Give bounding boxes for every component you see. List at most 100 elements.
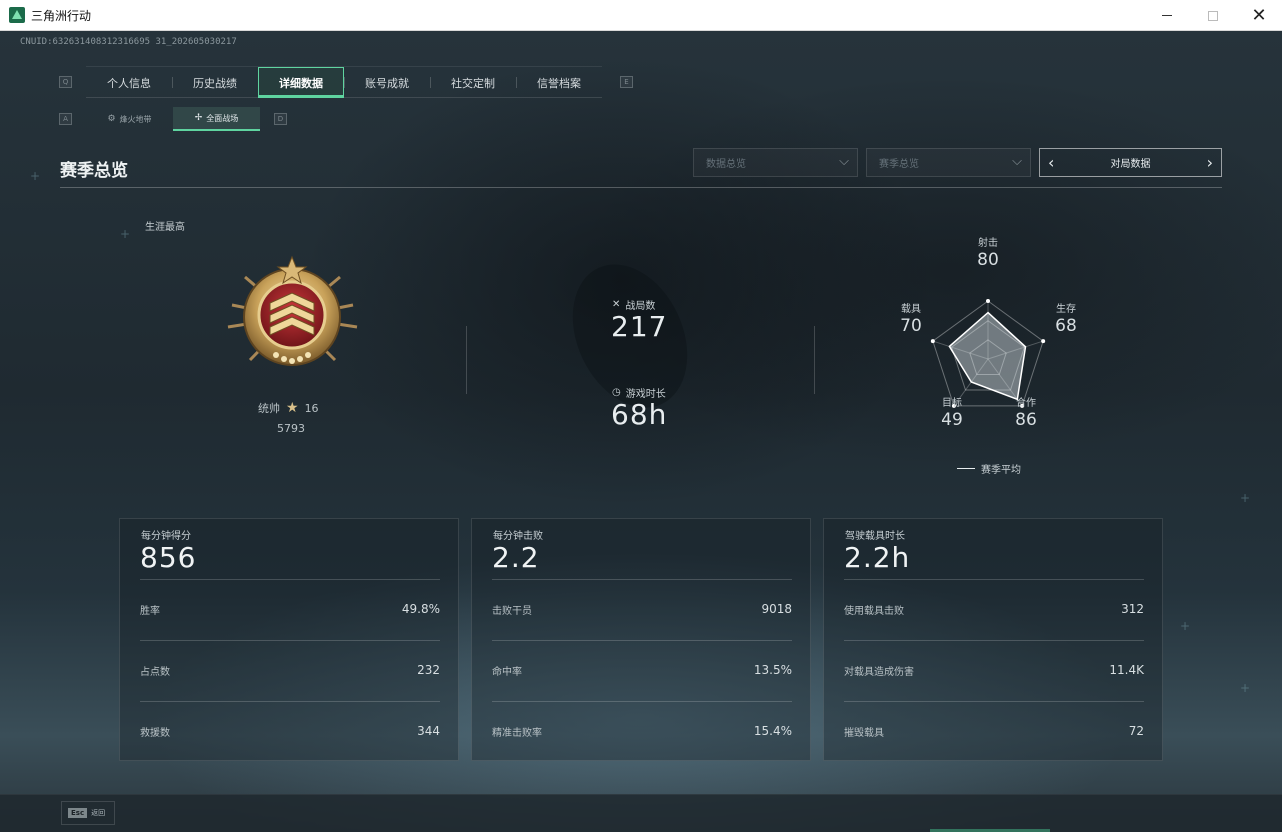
rank-info: 统帅 ★ 16 bbox=[258, 400, 319, 416]
radar-value-objective: 49 bbox=[941, 410, 963, 430]
legend-line-icon bbox=[957, 468, 975, 469]
rank-score: 5793 bbox=[277, 422, 305, 435]
row-label: 摧毁载具 bbox=[844, 727, 884, 739]
row-label: 对载具造成伤害 bbox=[844, 666, 914, 678]
row-label: 命中率 bbox=[492, 666, 522, 678]
row-label: 救援数 bbox=[140, 727, 170, 739]
card-row: 使用载具击败 312 bbox=[844, 601, 1144, 617]
radar-value-shooting: 80 bbox=[977, 250, 999, 270]
radar-value-survival: 68 bbox=[1055, 316, 1077, 336]
radar-value-cooperation: 86 bbox=[1015, 410, 1037, 430]
card-divider bbox=[492, 640, 792, 641]
radar-label-shooting: 射击 bbox=[978, 238, 998, 249]
decor-plus-icon: + bbox=[1240, 491, 1251, 505]
card-big-value: 856 bbox=[140, 541, 197, 574]
radar-label-objective: 目标 bbox=[942, 398, 962, 409]
column-divider bbox=[814, 326, 815, 394]
stat-card-kills: 每分钟击败 2.2 击败干员 9018 命中率 13.5% 精准击败率 15.4… bbox=[471, 518, 811, 761]
pager-label: 对局数据 bbox=[1110, 159, 1151, 170]
back-label: 返回 bbox=[91, 809, 106, 817]
row-value: 232 bbox=[417, 663, 440, 677]
row-value: 72 bbox=[1128, 724, 1144, 738]
card-title: 每分钟击败 bbox=[493, 531, 543, 542]
card-divider bbox=[492, 701, 792, 702]
rank-medal-icon bbox=[227, 255, 358, 366]
stat-card-score: 每分钟得分 856 胜率 49.8% 占点数 232 救援数 344 bbox=[119, 518, 459, 761]
maximize-icon bbox=[1208, 10, 1218, 21]
key-hint-e: E bbox=[620, 76, 633, 88]
game-view: ​ + + + + + CNUID:632631408312316695 31_… bbox=[0, 31, 1282, 832]
row-value: 312 bbox=[1121, 602, 1144, 616]
esc-key-hint: Esc bbox=[68, 808, 88, 818]
tab-credit-record[interactable]: 信誉档案 bbox=[516, 67, 602, 98]
key-hint-a: A bbox=[59, 113, 72, 125]
row-value: 49.8% bbox=[401, 602, 440, 616]
radar-legend: 赛季平均 bbox=[957, 461, 1021, 476]
key-hint-d: D bbox=[274, 113, 287, 125]
data-overview-dropdown[interactable]: 数据总览 ⌵ bbox=[693, 148, 858, 177]
tab-history[interactable]: 历史战绩 bbox=[172, 67, 258, 98]
radar-label-cooperation: 合作 bbox=[1016, 398, 1036, 409]
window-controls: ✕ bbox=[1144, 0, 1282, 31]
maximize-button[interactable] bbox=[1190, 0, 1236, 31]
card-row: 占点数 232 bbox=[140, 662, 440, 678]
row-label: 胜率 bbox=[140, 605, 160, 617]
card-divider bbox=[140, 579, 440, 580]
close-button[interactable]: ✕ bbox=[1236, 0, 1282, 31]
close-icon: ✕ bbox=[1251, 5, 1267, 26]
card-row: 命中率 13.5% bbox=[492, 662, 792, 678]
window-title: 三角洲行动 bbox=[31, 8, 92, 23]
radar-vertex-dot bbox=[930, 339, 935, 344]
subtab-label: 烽火地带 bbox=[119, 114, 152, 124]
chevron-right-icon[interactable]: › bbox=[1207, 154, 1213, 171]
dropdown-value: 赛季总览 bbox=[879, 159, 919, 170]
minimize-icon bbox=[1162, 15, 1172, 16]
minimize-button[interactable] bbox=[1144, 0, 1190, 31]
bottom-bar: Esc 返回 bbox=[0, 794, 1282, 832]
window-titlebar: 三角洲行动 ✕ bbox=[0, 0, 1282, 31]
subtab-label: 全面战场 bbox=[206, 113, 239, 123]
tab-detailed-data[interactable]: 详细数据 bbox=[258, 67, 344, 98]
card-divider bbox=[844, 701, 1144, 702]
row-value: 15.4% bbox=[753, 724, 792, 738]
crossed-swords-icon: ✕ bbox=[612, 299, 621, 310]
card-title: 驾驶载具时长 bbox=[845, 531, 905, 542]
card-row: 精准击败率 15.4% bbox=[492, 723, 792, 739]
tab-social-custom[interactable]: 社交定制 bbox=[430, 67, 516, 98]
rank-stars: 16 bbox=[304, 401, 319, 415]
career-high-label: 生涯最高 bbox=[145, 222, 185, 233]
card-row: 对载具造成伤害 11.4K bbox=[844, 662, 1144, 678]
card-row: 摧毁载具 72 bbox=[844, 723, 1144, 739]
subtab-battlefield[interactable]: ✢ 全面战场 bbox=[173, 107, 260, 131]
sub-tab-bar: ⚙ 烽火地带 ✢ 全面战场 bbox=[86, 107, 260, 131]
main-tab-bar: 个人信息 历史战绩 详细数据 账号成就 社交定制 信誉档案 bbox=[86, 66, 602, 98]
column-divider bbox=[466, 326, 467, 394]
row-value: 13.5% bbox=[753, 663, 792, 677]
card-divider bbox=[140, 701, 440, 702]
card-divider bbox=[844, 579, 1144, 580]
dropdown-value: 数据总览 bbox=[706, 159, 746, 170]
stat-card-vehicle: 驾驶载具时长 2.2h 使用载具击败 312 对载具造成伤害 11.4K 摧毁载… bbox=[823, 518, 1163, 761]
match-data-pager: ‹ 对局数据 › bbox=[1039, 148, 1222, 177]
chevron-down-icon: ⌵ bbox=[1012, 154, 1022, 169]
back-button[interactable]: Esc 返回 bbox=[61, 801, 115, 825]
card-row: 救援数 344 bbox=[140, 723, 440, 739]
tab-personal-info[interactable]: 个人信息 bbox=[86, 67, 172, 98]
row-value: 9018 bbox=[761, 602, 792, 616]
card-divider bbox=[844, 640, 1144, 641]
card-title: 每分钟得分 bbox=[141, 531, 191, 542]
card-divider bbox=[492, 579, 792, 580]
card-row: 击败干员 9018 bbox=[492, 601, 792, 617]
tab-achievements[interactable]: 账号成就 bbox=[344, 67, 430, 98]
fire-zone-icon: ⚙ bbox=[107, 114, 116, 124]
card-divider bbox=[140, 640, 440, 641]
ability-radar: 射击 80 生存 68 合作 86 目标 49 载具 70 bbox=[895, 231, 1085, 451]
chevron-left-icon[interactable]: ‹ bbox=[1048, 154, 1054, 171]
player-uid: CNUID:632631408312316695 31_202605030217 bbox=[20, 37, 237, 47]
season-overview-dropdown[interactable]: 赛季总览 ⌵ bbox=[866, 148, 1031, 177]
radar-value-vehicle: 70 bbox=[900, 316, 922, 336]
star-icon: ★ bbox=[286, 400, 299, 416]
subtab-fire-zone[interactable]: ⚙ 烽火地带 bbox=[86, 107, 173, 131]
decor-plus-icon: + bbox=[30, 169, 41, 183]
decor-plus-icon: + bbox=[1180, 619, 1191, 633]
